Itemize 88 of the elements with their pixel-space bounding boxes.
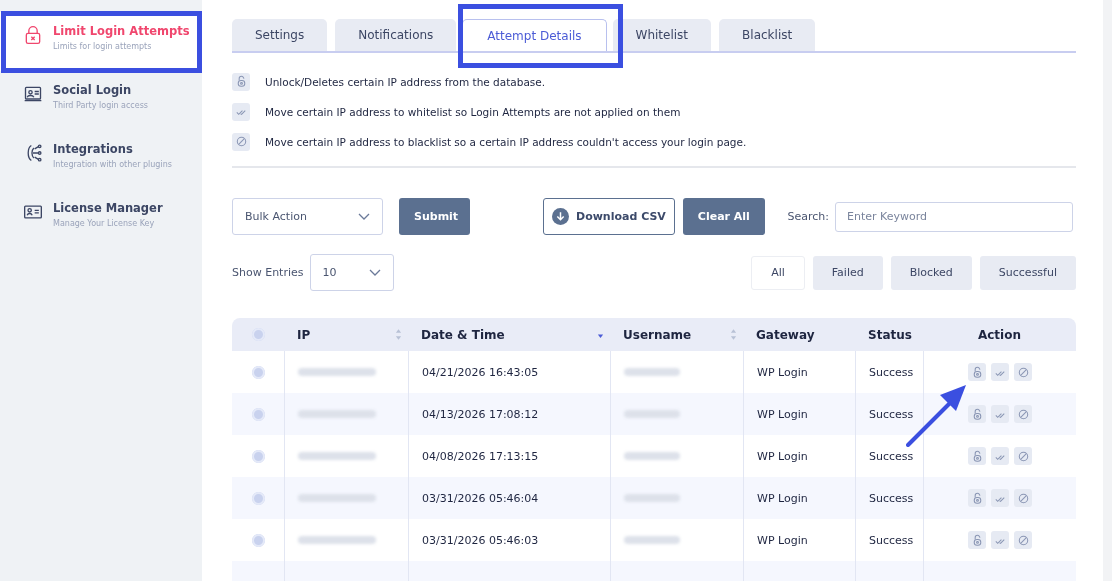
double-check-icon[interactable]: [991, 531, 1009, 549]
table-cell: Success: [869, 449, 914, 463]
double-check-icon[interactable]: [991, 405, 1009, 423]
unlock-icon: [232, 72, 250, 91]
table-cell: Success: [869, 365, 914, 379]
sidebar-item[interactable]: Social Login Third Party login access: [0, 71, 202, 130]
table-cell: WP Login: [757, 491, 808, 505]
bulk-action-dropdown[interactable]: Bulk Action: [232, 198, 383, 235]
table-cell: WP Login: [757, 449, 808, 463]
unlock-icon[interactable]: [968, 489, 986, 507]
row-radio[interactable]: [251, 491, 265, 505]
table-cell: 04/13/2026 17:08:12: [422, 407, 539, 421]
filter-button[interactable]: All: [751, 255, 805, 290]
submit-button[interactable]: Submit: [399, 198, 470, 235]
chevron-down-icon: [368, 268, 381, 277]
column-header[interactable]: Date & Time: [421, 327, 505, 342]
legend-text: Move certain IP address to whitelist so Login Attempts are not applied on them: [265, 105, 681, 118]
padlock-icon: [23, 25, 43, 45]
entries-dropdown[interactable]: 10: [309, 254, 394, 291]
search-field[interactable]: Enter Keyword: [835, 201, 1073, 232]
table-cell: Success: [869, 491, 914, 505]
tab[interactable]: Settings: [232, 19, 328, 51]
table-cell: Success: [869, 407, 914, 421]
double-check-icon[interactable]: [991, 363, 1009, 381]
redacted-text: [624, 494, 680, 502]
column-header[interactable]: Status: [868, 327, 912, 342]
sidebar-item-subtitle: Integration with other plugins: [53, 160, 172, 169]
unlock-icon[interactable]: [968, 405, 986, 423]
row-radio[interactable]: [251, 449, 265, 463]
redacted-text: [624, 536, 680, 544]
sidebar-item-subtitle: Limits for login attempts: [53, 42, 153, 51]
sidebar-item-title: Social Login: [53, 83, 133, 97]
filter-button[interactable]: Successful: [979, 255, 1076, 290]
double-check-icon[interactable]: [991, 489, 1009, 507]
tab[interactable]: Whitelist: [612, 19, 712, 51]
table-cell: WP Login: [757, 407, 808, 421]
redacted-text: [624, 452, 680, 460]
double-check-icon[interactable]: [991, 447, 1009, 465]
select-all-radio[interactable]: [251, 328, 265, 341]
block-icon[interactable]: [1014, 405, 1032, 423]
search-label: Search:: [787, 210, 829, 223]
block-icon: [232, 132, 250, 151]
table-cell: WP Login: [757, 533, 808, 547]
sidebar-item-subtitle: Manage Your License Key: [53, 219, 156, 228]
download-icon: [552, 208, 569, 225]
sort-icon[interactable]: [730, 329, 737, 340]
show-entries-label: Show Entries: [232, 266, 304, 279]
column-header[interactable]: IP: [297, 327, 311, 342]
table-cell: 03/31/2026 05:46:03: [422, 533, 539, 547]
chevron-down-icon: [358, 212, 370, 221]
block-icon[interactable]: [1014, 531, 1032, 549]
unlock-icon[interactable]: [968, 447, 986, 465]
row-radio[interactable]: [251, 365, 265, 379]
redacted-text: [624, 410, 680, 418]
id-card-icon: [23, 84, 43, 104]
double-check-icon: [232, 102, 250, 121]
filter-button[interactable]: Failed: [812, 255, 883, 290]
legend-text: Move certain IP address to blacklist so a certain IP address couldn't access your login page.: [265, 135, 747, 148]
sidebar-item[interactable]: License Manager Manage Your License Key: [0, 189, 202, 248]
sidebar-item-title: Integrations: [53, 142, 134, 156]
filter-button[interactable]: Blocked: [890, 255, 972, 290]
unlock-icon[interactable]: [968, 363, 986, 381]
sidebar-item[interactable]: Integrations Integration with other plugins: [0, 130, 202, 189]
redacted-text: [624, 368, 680, 376]
table-cell: 04/08/2026 17:13:15: [422, 449, 539, 463]
table-cell: WP Login: [757, 365, 808, 379]
row-radio[interactable]: [251, 407, 265, 421]
table-cell: Success: [869, 533, 914, 547]
column-header[interactable]: Action: [977, 327, 1021, 342]
sidebar-item-title: Limit Login Attempts: [53, 24, 190, 38]
sidebar-item-title: License Manager: [53, 201, 163, 215]
sort-icon[interactable]: [395, 329, 402, 340]
block-icon[interactable]: [1014, 489, 1032, 507]
legend-text: Unlock/Deletes certain IP address from the database.: [265, 75, 546, 88]
tab[interactable]: Attempt Details: [462, 19, 607, 51]
row-radio[interactable]: [251, 533, 265, 547]
table-cell: 03/31/2026 05:46:04: [422, 491, 539, 505]
column-header[interactable]: Gateway: [756, 327, 815, 342]
column-header[interactable]: Username: [623, 327, 692, 342]
table-cell: 04/21/2026 16:43:05: [422, 365, 539, 379]
tab[interactable]: Notifications: [335, 19, 457, 51]
block-icon[interactable]: [1014, 363, 1032, 381]
clear-all-button[interactable]: Clear All: [682, 198, 765, 235]
download-csv-button[interactable]: Download CSV: [543, 198, 675, 235]
tab[interactable]: Blacklist: [719, 19, 816, 51]
unlock-icon[interactable]: [968, 531, 986, 549]
sidebar-item-subtitle: Third Party login access: [53, 101, 148, 110]
block-icon[interactable]: [1014, 447, 1032, 465]
